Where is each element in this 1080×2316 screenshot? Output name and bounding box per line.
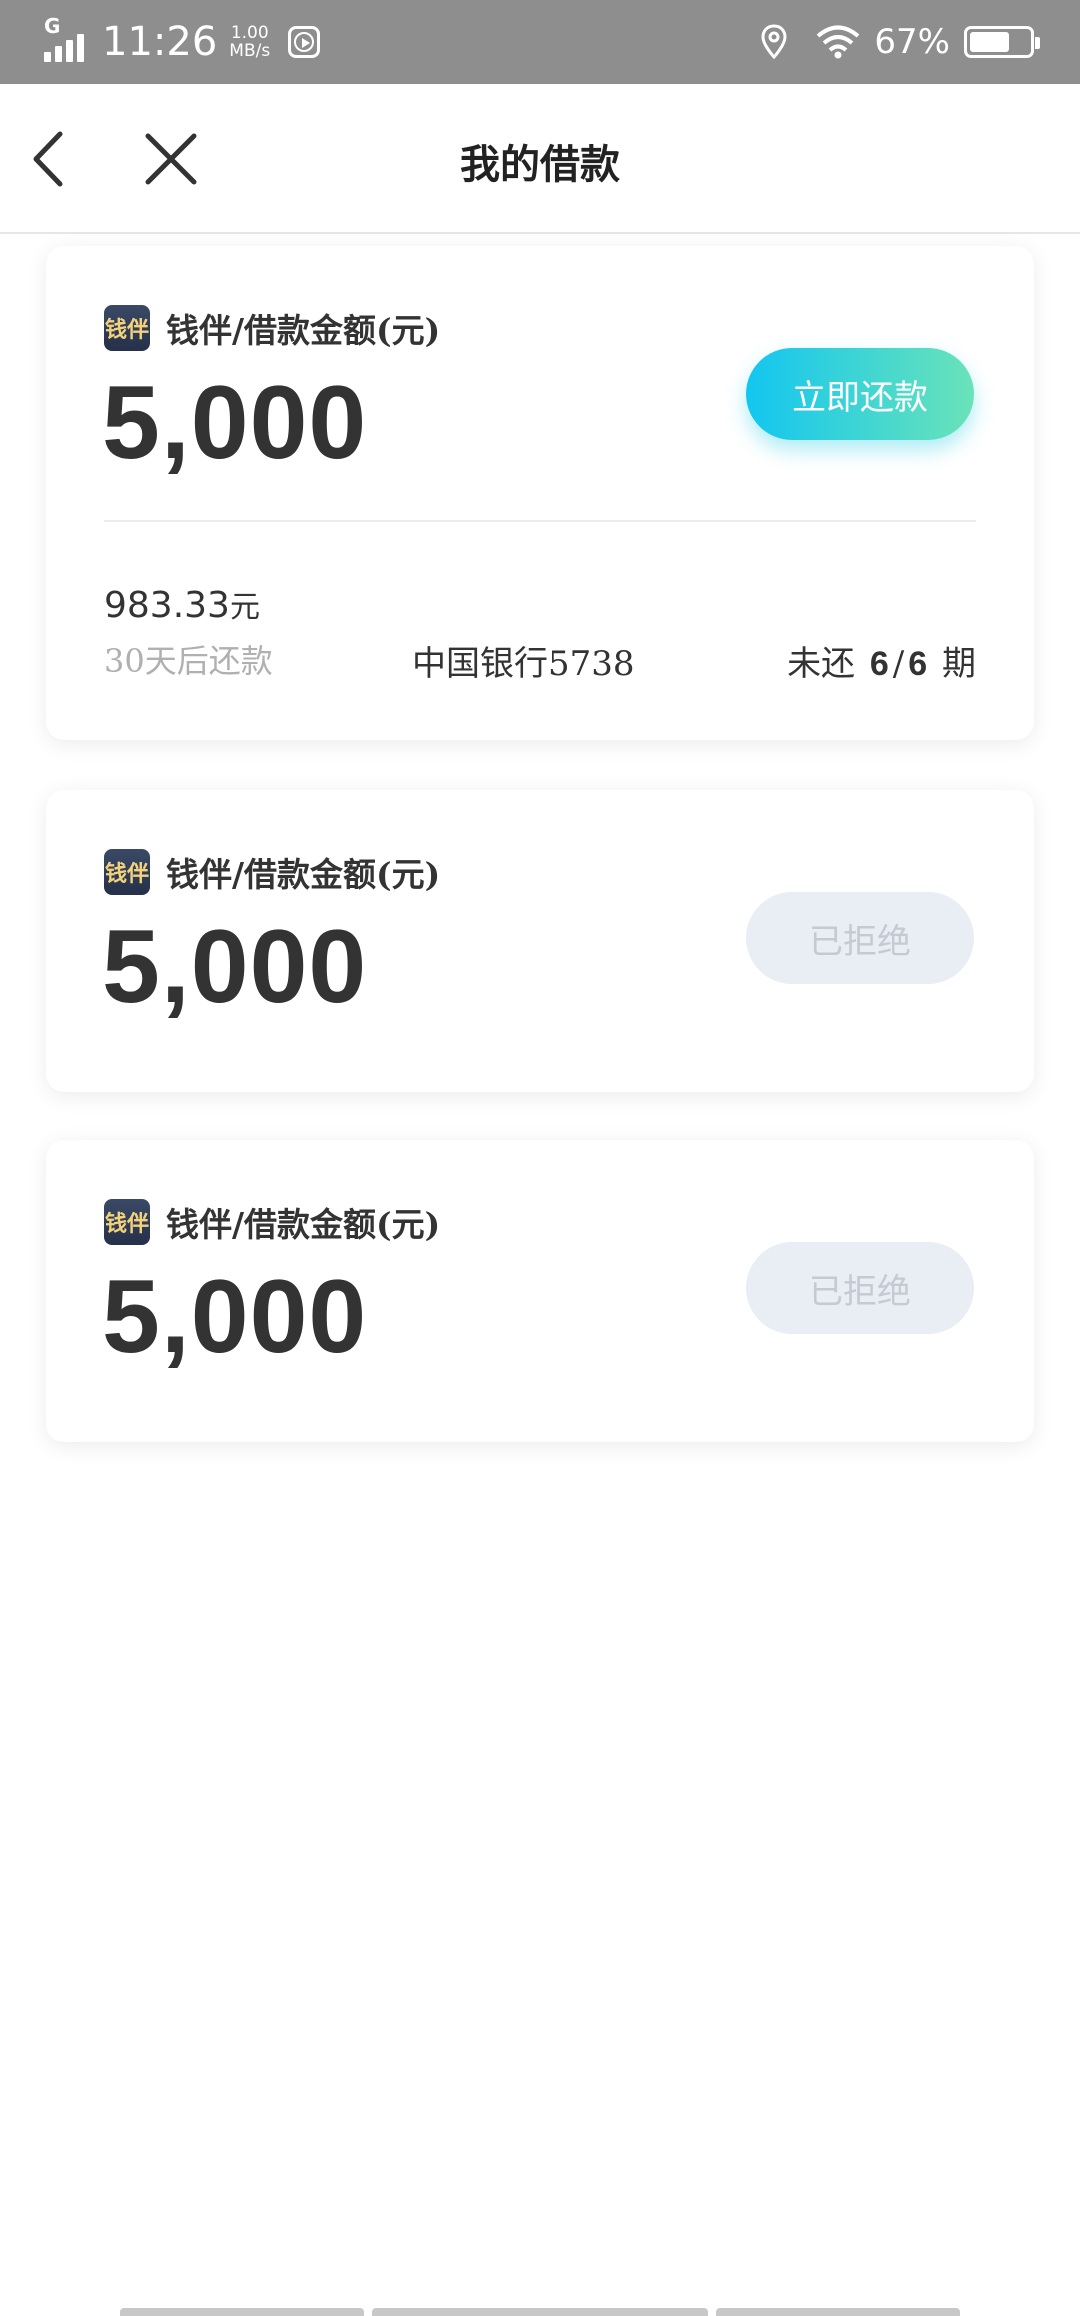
loan-amount-label: 钱伴/借款金额(元)	[166, 855, 441, 894]
loan-card-header: 钱伴 钱伴/借款金额(元)	[104, 848, 440, 896]
app-logo: 钱伴	[104, 1199, 150, 1245]
loan-card-header: 钱伴 钱伴/借款金额(元)	[104, 1198, 440, 1246]
loan-amount: 5,000	[102, 365, 368, 481]
wifi-icon	[817, 25, 860, 59]
loan-card[interactable]: 钱伴 钱伴/借款金额(元) 5,000 已拒绝	[46, 790, 1034, 1092]
remaining-terms-prefix: 未还	[787, 644, 856, 684]
divider	[104, 520, 976, 522]
loan-amount-label: 钱伴/借款金额(元)	[166, 1205, 441, 1244]
rejected-status-button: 已拒绝	[746, 892, 974, 984]
loan-amount: 5,000	[102, 909, 368, 1025]
installment-amount-unit: 元	[229, 590, 260, 625]
battery-percent: 67%	[874, 22, 950, 62]
network-speed-value: 1.00	[230, 23, 269, 43]
nav-bar: 我的借款	[0, 84, 1080, 234]
page-title: 我的借款	[460, 141, 620, 188]
remaining-terms-count: 6	[869, 645, 889, 683]
loan-amount-label: 钱伴/借款金额(元)	[166, 311, 441, 350]
installment-amount-value: 983.33	[104, 585, 230, 626]
due-date-text: 30天后还款	[104, 642, 273, 680]
repay-now-button[interactable]: 立即还款	[746, 348, 974, 440]
network-speed: 1.00 MB/s	[229, 24, 270, 60]
total-terms-count: 6	[908, 645, 928, 683]
app-logo: 钱伴	[104, 849, 150, 895]
loan-card[interactable]: 钱伴 钱伴/借款金额(元) 5,000 立即还款 983.33元 30天后还款 …	[46, 246, 1034, 740]
media-play-icon	[288, 26, 321, 58]
bank-account: 中国银行5738	[412, 644, 635, 684]
status-time: 11:26	[102, 19, 218, 65]
status-bar: G 11:26 1.00 MB/s 67%	[0, 0, 1080, 84]
loan-amount: 5,000	[102, 1259, 368, 1375]
battery-icon	[964, 26, 1040, 58]
signal-icon: G	[44, 14, 90, 62]
network-type: G	[44, 14, 61, 38]
remaining-terms-suffix: 期	[942, 644, 976, 684]
installment-amount: 983.33元	[104, 582, 260, 626]
loan-card-header: 钱伴 钱伴/借款金额(元)	[104, 304, 440, 352]
app-logo: 钱伴	[104, 305, 150, 351]
location-icon	[761, 24, 787, 60]
bottom-indicator	[120, 2308, 960, 2316]
network-speed-unit: MB/s	[229, 41, 271, 61]
remaining-terms: 未还 6/6 期	[787, 644, 976, 684]
loan-card[interactable]: 钱伴 钱伴/借款金额(元) 5,000 已拒绝	[46, 1140, 1034, 1442]
rejected-status-button: 已拒绝	[746, 1242, 974, 1334]
